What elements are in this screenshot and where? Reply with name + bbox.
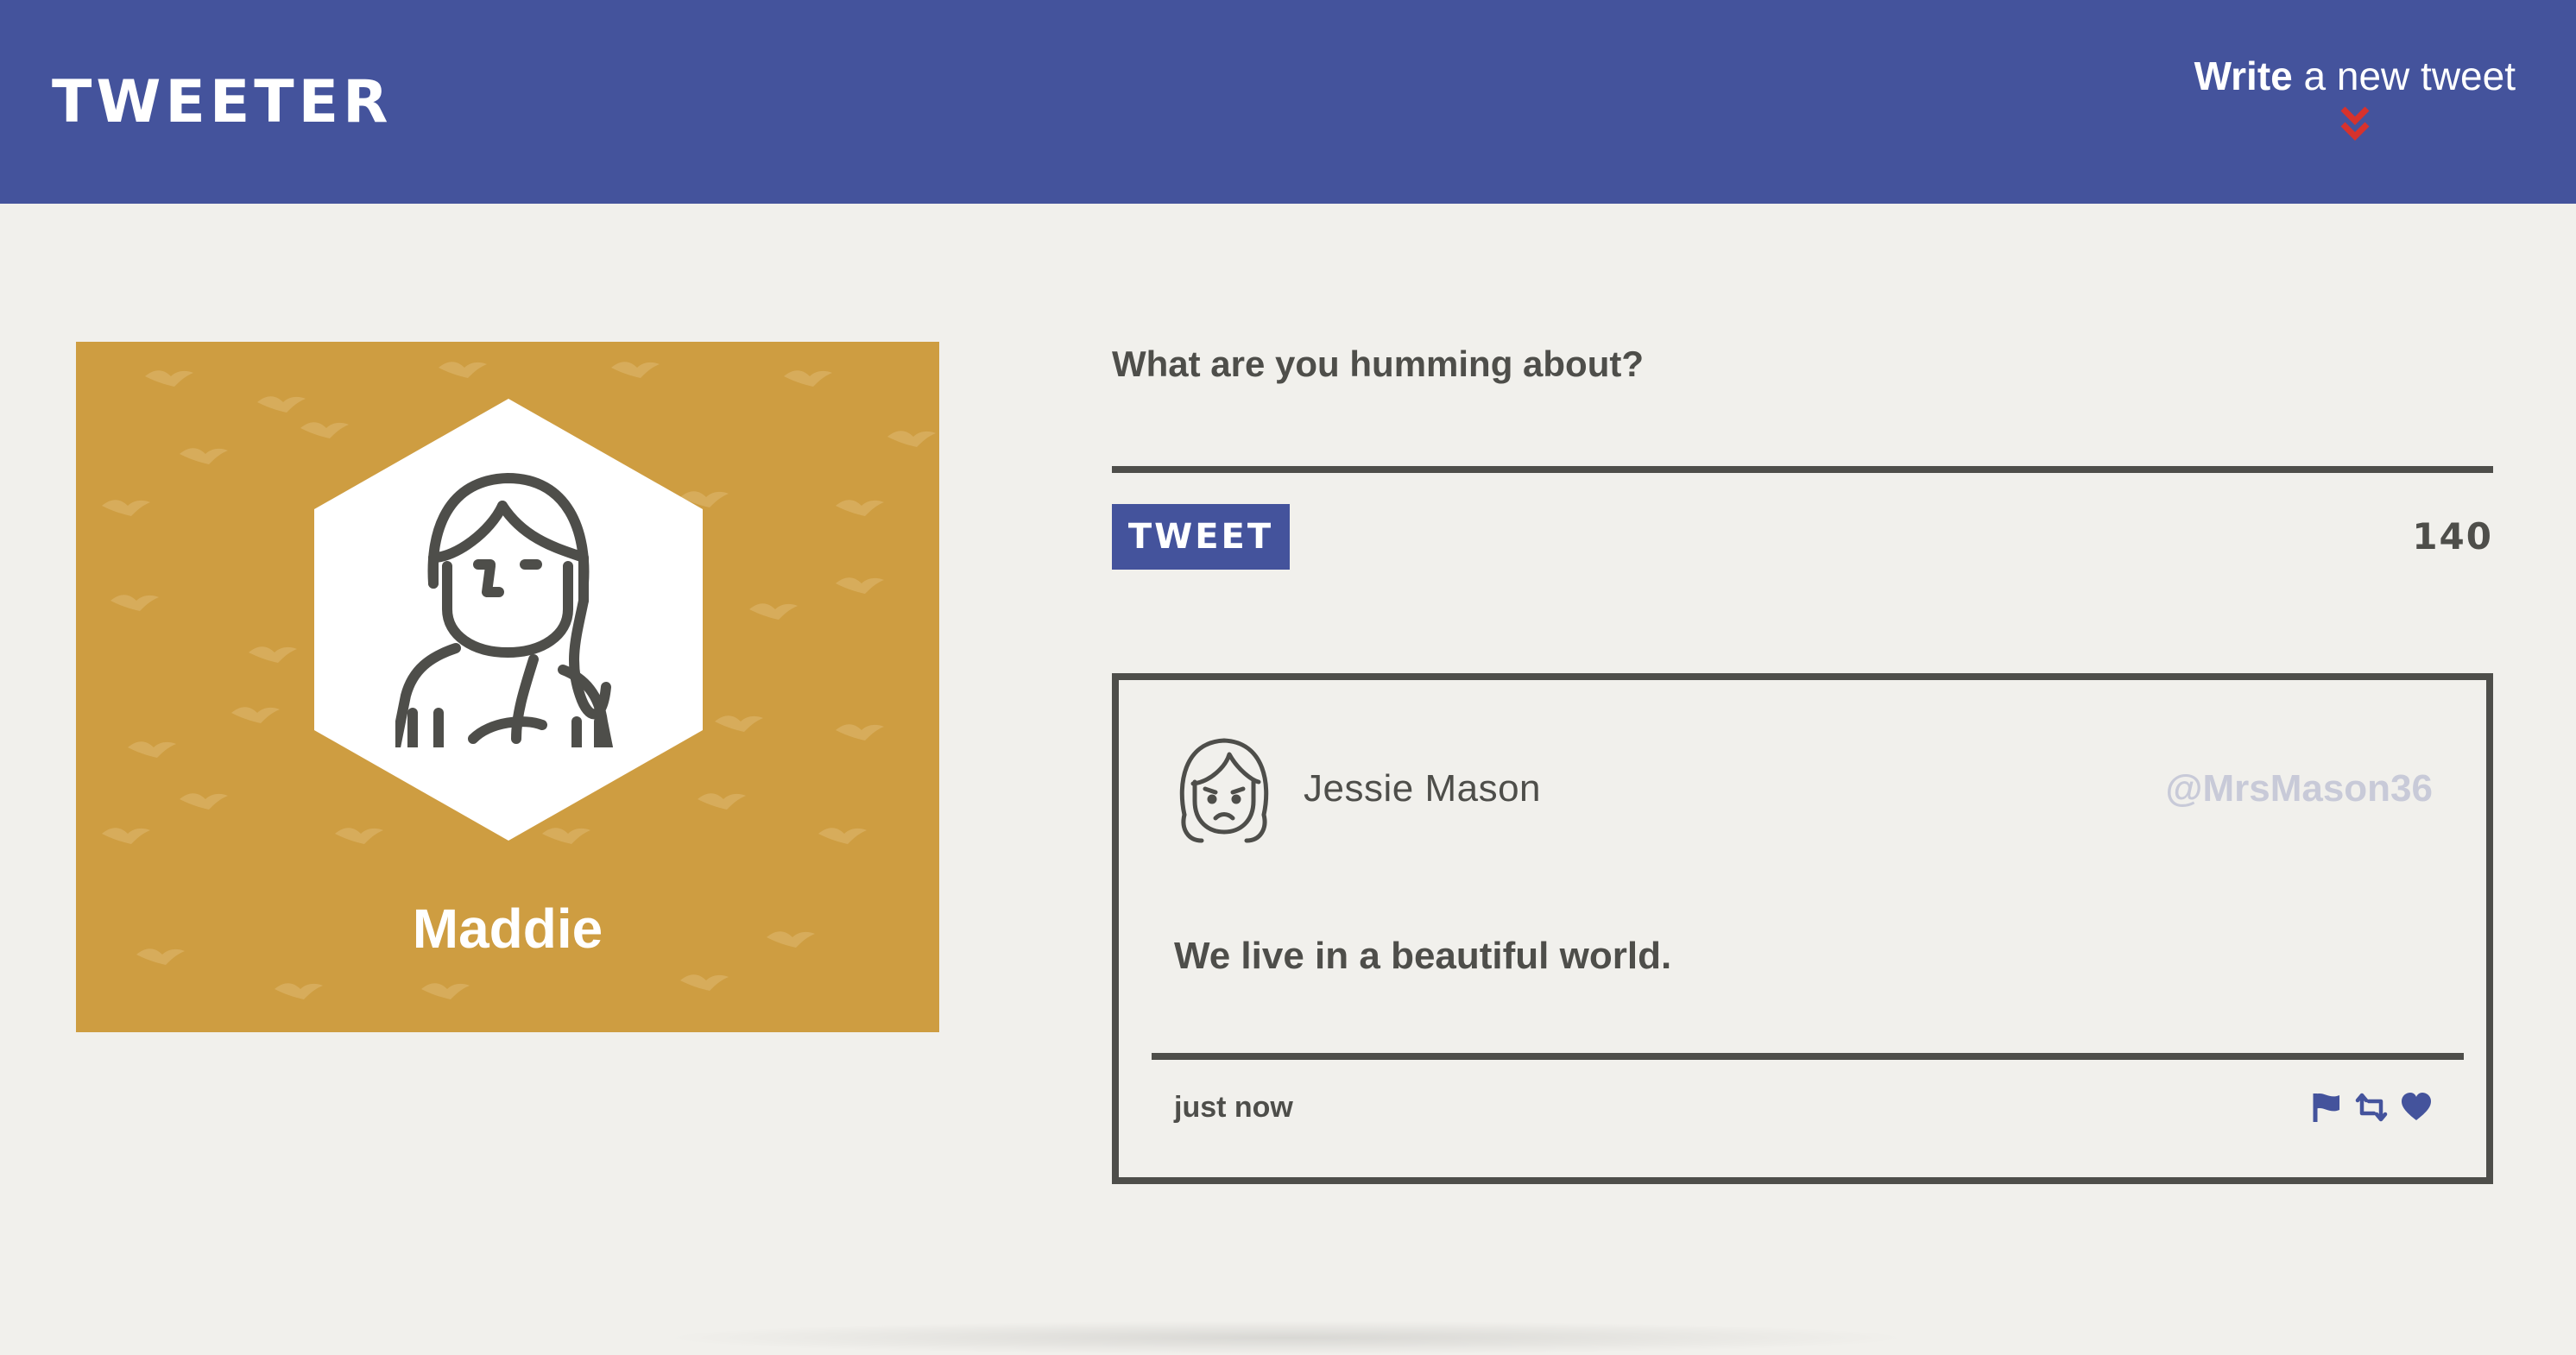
tweet-divider (1152, 1053, 2464, 1060)
double-chevron-down-icon[interactable] (2338, 104, 2372, 143)
write-new-tweet-toggle[interactable]: Write a new tweet (2194, 50, 2516, 143)
tweet-author-name: Jessie Mason (1304, 767, 1542, 810)
retweet-icon[interactable] (2355, 1091, 2388, 1124)
brand-logo[interactable]: TWEETER (52, 64, 393, 142)
tweet-textarea[interactable]: What are you humming about? (1112, 328, 2493, 466)
character-counter: 140 (2412, 515, 2493, 558)
top-nav: TWEETER Write a new tweet (0, 0, 2576, 204)
heart-icon[interactable] (2400, 1091, 2433, 1124)
profile-name: Maddie (412, 898, 603, 960)
woman-avatar-icon (395, 473, 613, 747)
tweet-submit-button[interactable]: TWEET (1112, 504, 1290, 570)
compose-label: a new tweet (2292, 54, 2516, 98)
tweet-timestamp: just now (1174, 1091, 1293, 1124)
new-tweet-form: What are you humming about? TWEET 140 (1112, 328, 2493, 570)
sad-woman-avatar-icon (1179, 738, 1269, 843)
tweet-actions (2310, 1086, 2433, 1129)
tweet-author-handle: @MrsMason36 (2165, 767, 2433, 810)
tweet-article: Jessie Mason @MrsMason36 We live in a be… (1112, 673, 2493, 1184)
footer-shadow (656, 1320, 1916, 1355)
tweet-content: We live in a beautiful world. (1174, 935, 1672, 977)
profile-card: Maddie (76, 342, 939, 1032)
compose-bold-label: Write (2194, 54, 2293, 98)
flag-icon[interactable] (2310, 1091, 2343, 1124)
composer-underline (1112, 466, 2493, 473)
